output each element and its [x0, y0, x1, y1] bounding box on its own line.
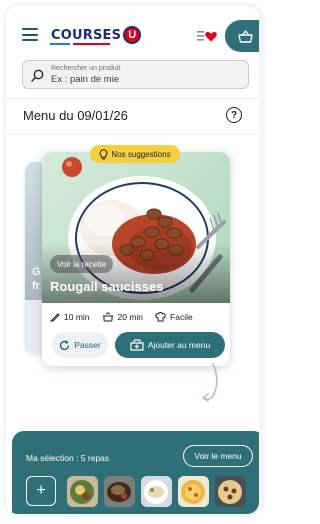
skip-button[interactable]: Passer — [52, 332, 108, 358]
section-divider — [6, 134, 259, 135]
add-to-menu-icon — [130, 339, 144, 351]
recipe-meta: 10 min 20 min Facile — [50, 310, 230, 324]
prep-time: 10 min — [50, 312, 90, 322]
search-icon — [31, 69, 44, 82]
suggestions-badge-label: Nos suggestions — [111, 149, 171, 159]
recipe-card[interactable]: Voir la recette Rougail saucisses 10 min… — [42, 152, 230, 366]
knife-icon — [50, 313, 60, 322]
search-label: Rechercher un produit — [51, 65, 121, 72]
help-icon[interactable]: ? — [226, 107, 242, 123]
add-to-menu-button[interactable]: Ajouter au menu — [115, 332, 225, 358]
logo-stripe — [50, 43, 110, 45]
heart-list-icon[interactable] — [197, 30, 217, 42]
lightbulb-icon — [100, 148, 108, 159]
logo-u-badge: U — [123, 26, 142, 44]
search-input[interactable]: Rechercher un produit Ex : pain de mie — [22, 60, 249, 89]
suggestions-badge: Nos suggestions — [90, 145, 180, 163]
skip-label: Passer — [74, 340, 101, 350]
selection-label: Ma sélection : 5 repas — [26, 453, 110, 463]
app-screen: COURSES U Rechercher un produit Ex : pai… — [6, 6, 259, 514]
previous-recipe-title-line2: fr — [32, 280, 40, 292]
view-menu-button[interactable]: Voir le menu — [183, 445, 253, 467]
prep-time-value: 10 min — [64, 312, 90, 322]
menu-title: Menu du 09/01/26 — [23, 108, 128, 123]
basket-icon — [237, 29, 253, 43]
swipe-arrow-icon — [202, 363, 218, 402]
recipe-title: Rougail saucisses — [50, 279, 164, 294]
add-meal-slot-button[interactable]: + — [26, 476, 56, 506]
previous-recipe-title: G fr — [32, 265, 41, 293]
meal-thumbnail[interactable] — [215, 476, 246, 507]
previous-recipe-title-line1: G — [32, 266, 41, 278]
meal-thumbnail[interactable] — [178, 476, 209, 507]
header-divider — [6, 98, 259, 99]
add-to-menu-label: Ajouter au menu — [147, 340, 211, 350]
view-recipe-chip[interactable]: Voir la recette — [50, 255, 113, 273]
difficulty: Facile — [155, 312, 193, 322]
meal-thumbnail[interactable] — [104, 476, 135, 507]
cart-button[interactable] — [225, 20, 259, 52]
cook-time-value: 20 min — [117, 312, 144, 322]
cook-time: 20 min — [102, 312, 144, 322]
selection-bar: Ma sélection : 5 repas Voir le menu + — [12, 431, 259, 514]
difficulty-value: Facile — [170, 312, 193, 322]
cook-pot-icon — [102, 312, 113, 322]
search-placeholder: Ex : pain de mie — [51, 74, 120, 85]
meal-thumbnail[interactable] — [141, 476, 172, 507]
chef-hat-icon — [155, 312, 166, 322]
refresh-icon — [60, 339, 70, 350]
courses-u-logo[interactable]: COURSES U — [50, 24, 142, 46]
recipe-image: Voir la recette Rougail saucisses — [42, 152, 230, 303]
logo-text: COURSES — [51, 27, 122, 43]
hamburger-menu-icon[interactable] — [22, 28, 38, 41]
meal-thumbnail[interactable] — [67, 476, 98, 507]
